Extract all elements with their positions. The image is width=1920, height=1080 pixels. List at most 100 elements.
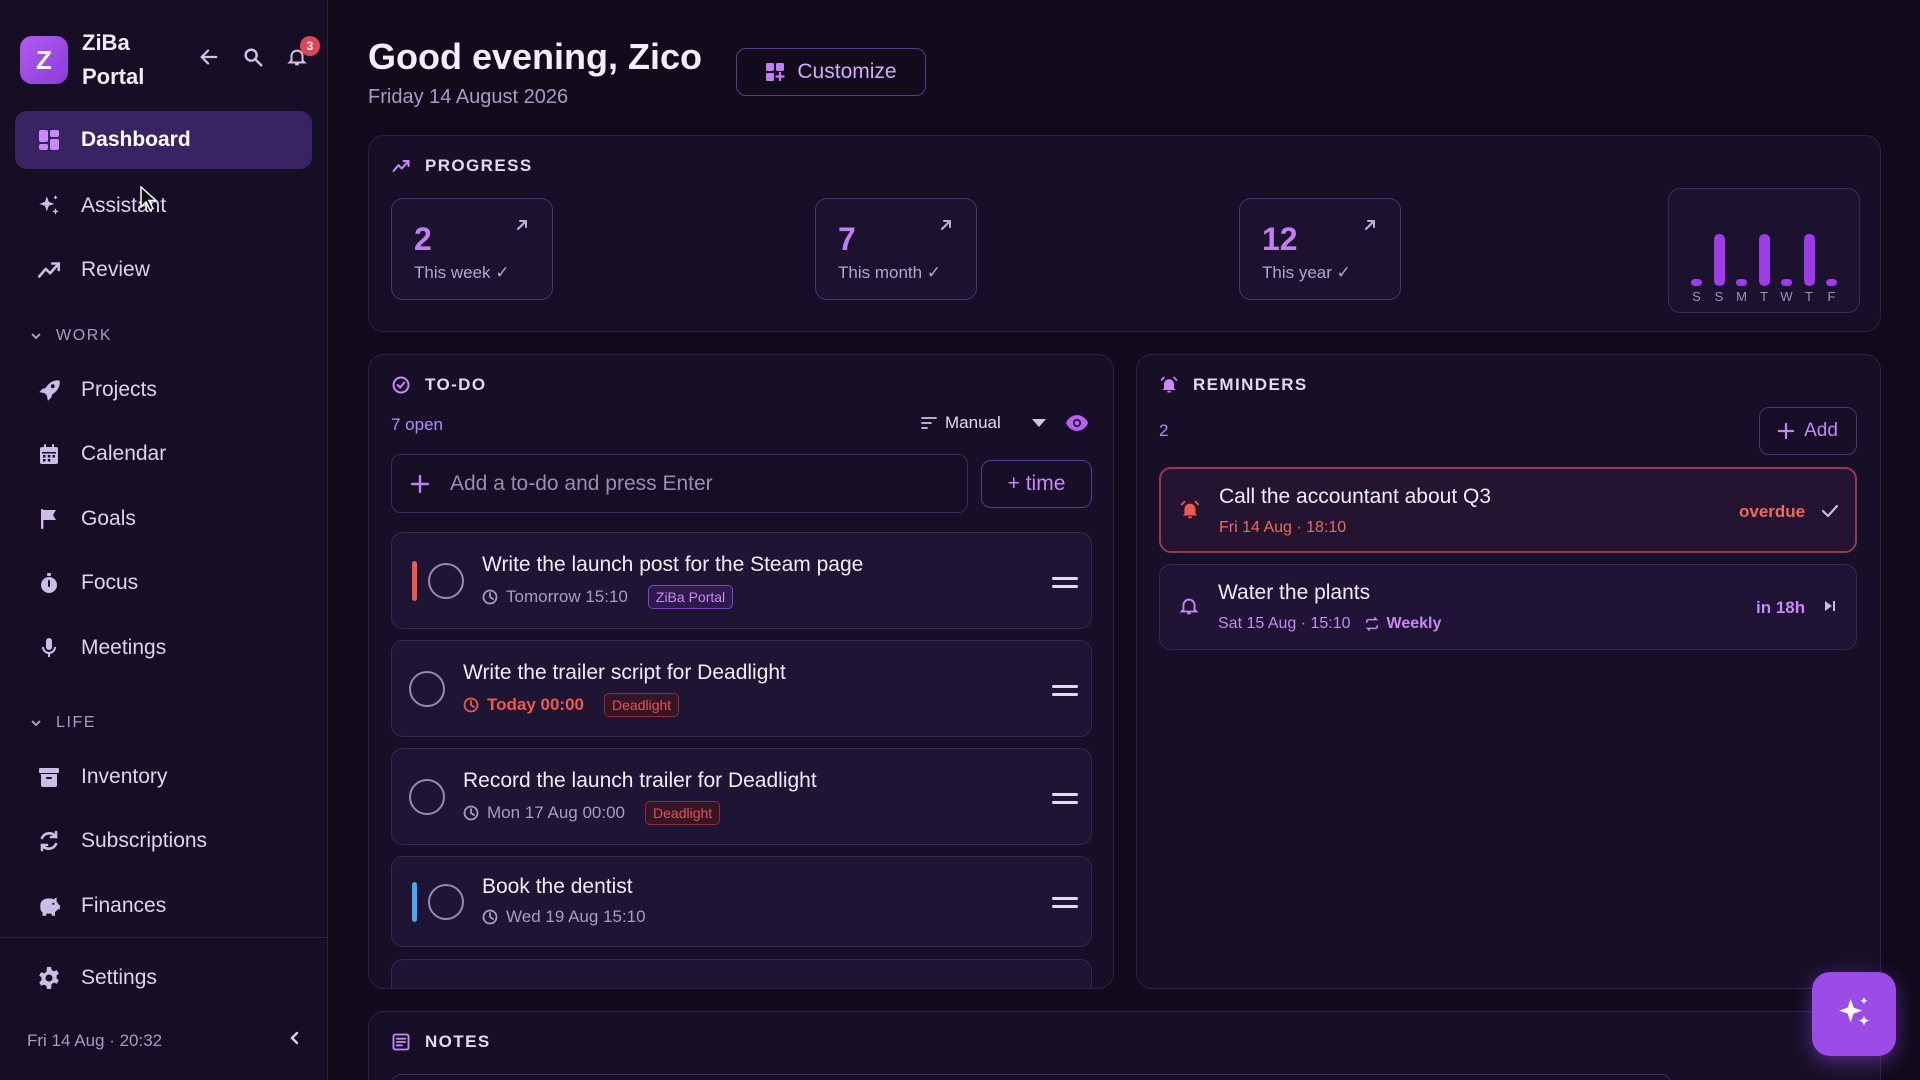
trend-icon <box>392 160 410 172</box>
reminder-repeat: Weekly <box>1386 615 1442 632</box>
todo-checkbox[interactable] <box>428 884 464 920</box>
sort-lines-icon <box>921 417 937 429</box>
sidebar-item-subscriptions[interactable]: Subscriptions <box>15 812 312 870</box>
caret-down-icon <box>1031 419 1046 427</box>
todo-item-due: Wed 19 Aug 15:10 <box>506 907 646 926</box>
todo-item[interactable]: Write the launch post for the Steam page… <box>391 532 1092 629</box>
stat-value: 2 <box>414 221 432 257</box>
stat-label: This week ✓ <box>414 263 510 282</box>
drag-handle-icon[interactable] <box>1052 793 1078 809</box>
stat-value: 12 <box>1262 221 1298 257</box>
notifications-bell-icon[interactable]: 3 <box>284 36 320 70</box>
todo-item-due: Tomorrow 15:10 <box>506 587 628 606</box>
stat-this-year[interactable]: 12 This year ✓ <box>1239 198 1401 300</box>
clock-icon <box>463 697 479 713</box>
refresh-icon <box>35 827 63 855</box>
reminder-item[interactable]: Water the plants Sat 15 Aug · 15:10 Week… <box>1159 564 1857 650</box>
chart-bar <box>1713 234 1725 286</box>
stat-this-week[interactable]: 2 This week ✓ <box>391 198 553 300</box>
progress-header: PROGRESS <box>391 156 533 176</box>
notification-count-badge: 3 <box>300 36 320 56</box>
sidebar-item-label: Calendar <box>81 442 167 465</box>
todo-item[interactable]: Write the trailer script for Deadlight T… <box>391 640 1092 737</box>
add-reminder-label: Add <box>1804 420 1838 441</box>
sidebar-item-meetings[interactable]: Meetings <box>15 619 312 677</box>
reminder-meta: Sat 15 Aug · 15:10 Weekly <box>1218 615 1441 633</box>
todo-item-meta: Today 00:00 Deadlight <box>463 693 680 717</box>
sidebar-item-goals[interactable]: Goals <box>15 490 312 548</box>
sidebar-item-settings[interactable]: Settings <box>15 949 312 1007</box>
todo-item-meta: Mon 17 Aug 00:00 Deadlight <box>463 801 721 825</box>
sidebar-item-calendar[interactable]: Calendar <box>15 425 312 483</box>
project-tag[interactable]: ZiBa Portal <box>647 585 734 609</box>
customize-button[interactable]: Customize <box>736 48 926 96</box>
sort-label: Manual <box>945 413 1001 432</box>
chart-bar-1 <box>1713 234 1725 286</box>
assistant-fab-button[interactable] <box>1812 972 1896 1056</box>
priority-indicator <box>412 882 417 922</box>
app-logo: Z <box>20 36 68 84</box>
todo-item[interactable]: Book the dentist Wed 19 Aug 15:10 <box>391 856 1092 947</box>
collapse-sidebar-icon[interactable] <box>287 1030 303 1046</box>
sort-dropdown[interactable]: Manual <box>921 413 1047 433</box>
clock-icon <box>482 589 498 605</box>
chevron-down-icon <box>31 333 41 340</box>
brand[interactable]: Z ZiBa Portal <box>20 26 172 94</box>
todo-checkbox[interactable] <box>409 671 445 707</box>
todo-checkbox[interactable] <box>428 563 464 599</box>
rocket-icon <box>35 376 63 404</box>
reminder-item[interactable]: Call the accountant about Q3 Fri 14 Aug … <box>1159 467 1857 553</box>
reminder-status: in 18h <box>1756 598 1806 617</box>
sidebar-item-inventory[interactable]: Inventory <box>15 748 312 806</box>
stat-this-month[interactable]: 7 This month ✓ <box>815 198 977 300</box>
project-tag[interactable]: Deadlight <box>645 801 721 825</box>
widgets-icon <box>766 63 785 81</box>
sidebar-item-focus[interactable]: Focus <box>15 554 312 612</box>
sidebar-item-finances[interactable]: Finances <box>15 877 312 935</box>
check-icon[interactable] <box>1821 502 1839 520</box>
back-arrow-icon[interactable] <box>196 44 222 70</box>
notes-editor[interactable] <box>391 1074 1671 1080</box>
section-work-header[interactable]: WORK <box>30 327 112 345</box>
microphone-icon <box>35 634 63 662</box>
visibility-eye-icon[interactable] <box>1065 413 1089 433</box>
reminder-time: Fri 14 Aug · 18:10 <box>1219 519 1347 536</box>
add-reminder-button[interactable]: Add <box>1759 407 1857 455</box>
sidebar-item-review[interactable]: Review <box>15 241 312 299</box>
skip-next-icon[interactable] <box>1822 598 1838 614</box>
sidebar-footer-datetime: Fri 14 Aug · 20:32 <box>27 1031 163 1050</box>
drag-handle-icon[interactable] <box>1052 685 1078 701</box>
reminder-title: Call the accountant about Q3 <box>1219 485 1492 508</box>
todo-checkbox[interactable] <box>409 779 445 815</box>
chart-bar-4 <box>1781 279 1792 286</box>
todo-item[interactable] <box>391 959 1092 988</box>
chart-bar <box>1691 279 1702 286</box>
sidebar-item-assistant[interactable]: Assistant <box>15 177 312 235</box>
chart-bar <box>1736 279 1747 286</box>
todo-item[interactable]: Record the launch trailer for Deadlight … <box>391 748 1092 845</box>
sidebar-item-dashboard[interactable]: Dashboard <box>15 111 312 169</box>
todo-item-title: Book the dentist <box>482 875 633 898</box>
archive-icon <box>35 763 63 791</box>
add-time-button[interactable]: + time <box>981 460 1092 508</box>
todo-open-count: 7 open <box>391 415 443 434</box>
chart-bar <box>1803 234 1815 286</box>
project-tag[interactable]: Deadlight <box>604 693 680 717</box>
clock-icon <box>482 909 498 925</box>
chart-day-label: M <box>1736 289 1747 304</box>
drag-handle-icon[interactable] <box>1052 897 1078 913</box>
progress-title: PROGRESS <box>425 156 533 175</box>
chart-bar <box>1758 234 1770 286</box>
search-icon[interactable] <box>240 44 266 70</box>
drag-handle-icon[interactable] <box>1052 577 1078 593</box>
add-todo-input[interactable]: Add a to-do and press Enter <box>391 454 968 513</box>
weekly-activity-chart[interactable]: SSMTWTF <box>1668 188 1860 313</box>
chart-day-label: S <box>1692 289 1701 304</box>
sidebar-item-label: Review <box>81 258 150 281</box>
sidebar-item-projects[interactable]: Projects <box>15 361 312 419</box>
reminders-card: REMINDERS 2 Add Call the accountant abou… <box>1136 354 1881 989</box>
section-life-header[interactable]: LIFE <box>30 714 96 732</box>
chart-day-label: S <box>1714 289 1724 304</box>
sidebar-item-label: Focus <box>81 571 139 594</box>
arrow-up-right-icon <box>1365 220 1375 230</box>
